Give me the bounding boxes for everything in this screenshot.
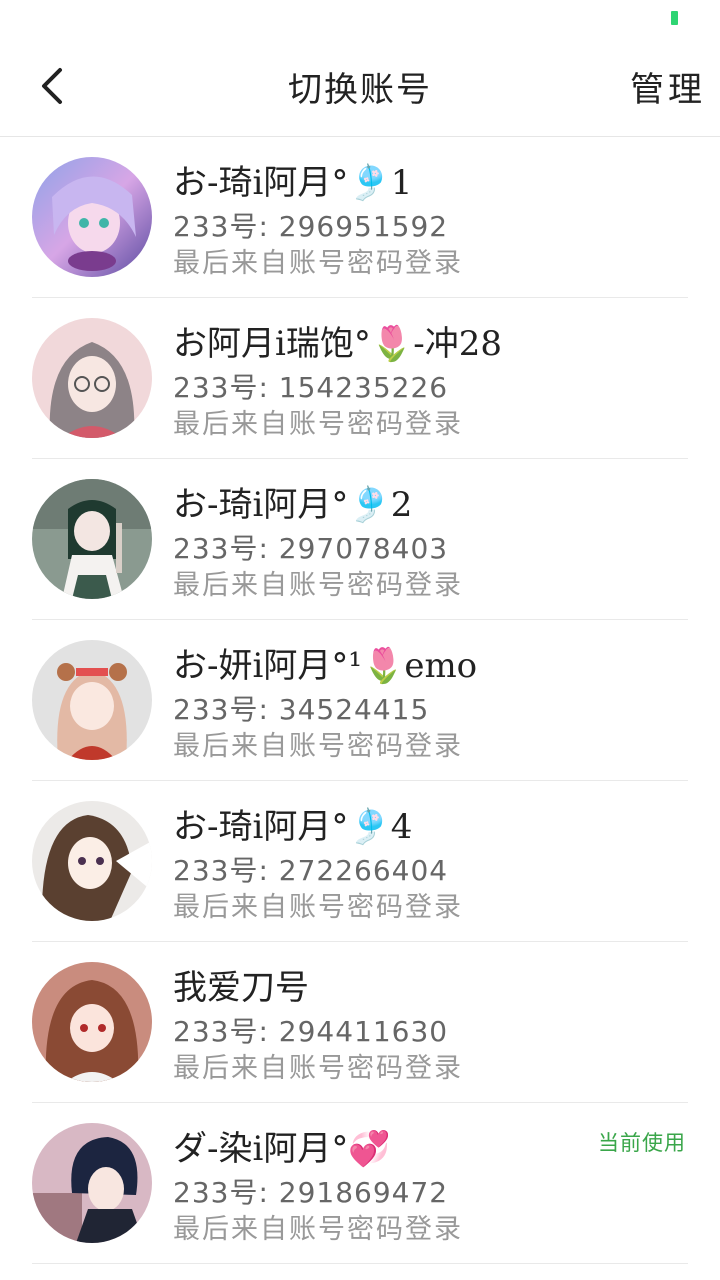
avatar xyxy=(32,479,152,599)
account-name: お-琦i阿月°🎐1 xyxy=(173,163,413,203)
account-id: 233号: 272266404 xyxy=(173,854,449,887)
avatar xyxy=(32,318,152,438)
avatar xyxy=(32,1123,152,1243)
account-row[interactable]: ダ-染i阿月°💞 233号: 291869472 最后来自账号密码登录 当前使用 xyxy=(0,1103,720,1264)
account-name: ダ-染i阿月°💞 xyxy=(173,1129,391,1169)
page-title: 切换账号 xyxy=(288,70,432,110)
account-row[interactable]: お阿月i瑞饱°🌷-冲28 233号: 154235226 最后来自账号密码登录 xyxy=(0,298,720,459)
account-row[interactable]: お-琦i阿月°🎐2 233号: 297078403 最后来自账号密码登录 xyxy=(0,459,720,620)
account-id: 233号: 294411630 xyxy=(173,1015,449,1048)
status-bar xyxy=(0,0,720,40)
account-id: 233号: 34524415 xyxy=(173,693,430,726)
account-id: 233号: 291869472 xyxy=(173,1176,449,1209)
nav-bar: 切换账号 管理 xyxy=(0,40,720,137)
divider xyxy=(32,1263,688,1264)
account-id: 233号: 296951592 xyxy=(173,210,449,243)
account-row[interactable]: お-琦i阿月°🎐4 233号: 272266404 最后来自账号密码登录 xyxy=(0,781,720,942)
last-login-method: 最后来自账号密码登录 xyxy=(173,248,463,279)
account-id: 233号: 154235226 xyxy=(173,371,449,404)
last-login-method: 最后来自账号密码登录 xyxy=(173,731,463,762)
last-login-method: 最后来自账号密码登录 xyxy=(173,1214,463,1245)
avatar xyxy=(32,640,152,760)
avatar xyxy=(32,962,152,1082)
last-login-method: 最后来自账号密码登录 xyxy=(173,570,463,601)
current-account-badge: 当前使用 xyxy=(598,1131,686,1155)
status-indicator-icon xyxy=(671,11,678,25)
avatar xyxy=(32,157,152,277)
account-name: お-琦i阿月°🎐4 xyxy=(173,807,413,847)
account-row[interactable]: お-妍i阿月°¹🌷emo 233号: 34524415 最后来自账号密码登录 xyxy=(0,620,720,781)
account-row[interactable]: 我爱刀号 233号: 294411630 最后来自账号密码登录 xyxy=(0,942,720,1103)
avatar xyxy=(32,801,152,921)
account-name: 我爱刀号 xyxy=(173,968,309,1008)
manage-button[interactable]: 管理 xyxy=(630,62,706,111)
last-login-method: 最后来自账号密码登录 xyxy=(173,1053,463,1084)
last-login-method: 最后来自账号密码登录 xyxy=(173,892,463,923)
account-name: お-妍i阿月°¹🌷emo xyxy=(173,646,478,686)
account-list: お-琦i阿月°🎐1 233号: 296951592 最后来自账号密码登录 お阿月… xyxy=(0,137,720,1264)
account-row[interactable]: お-琦i阿月°🎐1 233号: 296951592 最后来自账号密码登录 xyxy=(0,137,720,298)
account-name: お阿月i瑞饱°🌷-冲28 xyxy=(173,324,502,364)
account-name: お-琦i阿月°🎐2 xyxy=(173,485,413,525)
account-id: 233号: 297078403 xyxy=(173,532,449,565)
last-login-method: 最后来自账号密码登录 xyxy=(173,409,463,440)
